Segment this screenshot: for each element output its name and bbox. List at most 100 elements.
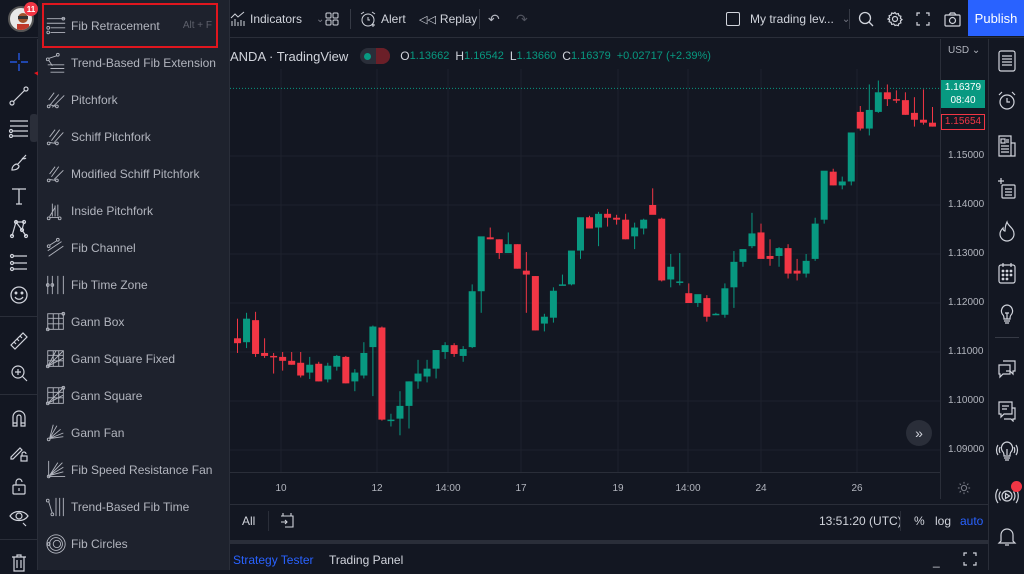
eye-icon[interactable] (7, 505, 31, 529)
menu-item-gann-fan[interactable]: Gann Fan (38, 414, 228, 451)
candle-body (757, 232, 765, 259)
chart-settings-button[interactable] (957, 481, 971, 495)
time-tick-label: 14:00 (675, 483, 701, 494)
menu-item-label: Modified Schiff Pitchfork (71, 166, 200, 181)
percent-toggle[interactable]: % (914, 514, 925, 528)
trash-icon[interactable] (7, 550, 31, 574)
ideas-stream-icon[interactable] (995, 439, 1019, 463)
snapshot-button[interactable] (944, 0, 961, 38)
auto-toggle[interactable]: auto (960, 514, 983, 528)
menu-item-modified-schiff-pitchfork[interactable]: Modified Schiff Pitchfork (38, 155, 228, 192)
candle-body (883, 92, 891, 100)
chart-area[interactable] (230, 39, 988, 499)
candle-body (405, 381, 413, 406)
chevron-down-icon[interactable]: ⌄ (316, 14, 324, 25)
menu-item-fib-time-zone[interactable]: Fib Time Zone (38, 266, 228, 303)
price-axis[interactable] (940, 39, 988, 499)
collapse-handle[interactable] (30, 114, 38, 142)
chat-icon[interactable] (995, 399, 1019, 423)
menu-item-pitchfork[interactable]: Pitchfork (38, 81, 228, 118)
menu-item-fib-channel[interactable]: Fib Channel (38, 229, 228, 266)
goto-date-button[interactable] (280, 512, 294, 528)
menu-item-fib-circles[interactable]: Fib Circles (38, 525, 228, 562)
currency-selector[interactable]: USD ⌄ (948, 45, 980, 56)
scroll-to-realtime-button[interactable]: » (906, 420, 932, 446)
chats-icon[interactable] (995, 356, 1019, 380)
settings-button[interactable] (887, 0, 903, 38)
unlock-icon[interactable] (7, 474, 31, 498)
candle-body (631, 227, 639, 237)
text-icon[interactable] (7, 184, 31, 208)
alert-button[interactable]: Alert (359, 0, 406, 38)
trend-line-icon[interactable] (7, 84, 31, 108)
candle-body (928, 122, 936, 127)
magnet-icon[interactable] (7, 406, 31, 430)
log-toggle[interactable]: log (935, 514, 951, 528)
candle-body (874, 92, 882, 112)
publish-button[interactable]: Publish (968, 0, 1024, 36)
candle-body (703, 298, 711, 317)
candle-body (856, 111, 864, 129)
search-button[interactable] (858, 0, 874, 38)
templates-button[interactable] (325, 0, 339, 38)
watchlist-icon[interactable] (995, 49, 1019, 73)
undo-button[interactable]: ↶ (488, 0, 500, 38)
add-list-icon[interactable] (995, 176, 1019, 200)
redo-button[interactable]: ↷ (516, 0, 528, 38)
lock-drawing-icon[interactable] (7, 441, 31, 465)
hotlist-fire-icon[interactable] (995, 219, 1019, 243)
candle-body (333, 355, 341, 367)
crosshair-icon[interactable] (7, 50, 31, 74)
indicators-button[interactable]: Indicators ⌄ (230, 0, 324, 38)
fib-speed-resistance-fan-icon (44, 458, 68, 482)
menu-item-inside-pitchfork[interactable]: Inside Pitchfork (38, 192, 228, 229)
maximize-panel-button[interactable] (963, 552, 977, 566)
ruler-icon[interactable] (7, 329, 31, 353)
zoom-in-icon[interactable] (7, 361, 31, 385)
candle-body (811, 223, 819, 259)
prediction-icon[interactable] (7, 250, 31, 274)
menu-item-trend-based-fib-extension[interactable]: Trend-Based Fib Extension (38, 44, 228, 81)
emoji-icon[interactable] (7, 283, 31, 307)
market-status-toggle[interactable] (360, 48, 391, 64)
candle-body (243, 318, 251, 343)
fullscreen-button[interactable] (916, 0, 930, 38)
gann-square-fixed-icon (44, 347, 68, 371)
minimize-panel-button[interactable]: _ (933, 554, 940, 568)
candlestick-chart (230, 69, 940, 472)
indicators-icon (230, 11, 246, 27)
candle-body (252, 320, 260, 354)
fib-retracement-icon[interactable] (7, 116, 31, 140)
layout-menu[interactable]: My trading lev... ⌄ (726, 0, 850, 38)
news-icon[interactable] (995, 134, 1019, 158)
menu-item-gann-square-fixed[interactable]: Gann Square Fixed (38, 340, 228, 377)
tab-strategy-tester[interactable]: Strategy Tester (233, 553, 313, 567)
range-all-button[interactable]: All (242, 514, 255, 528)
candle-body (558, 284, 566, 286)
brush-icon[interactable] (7, 150, 31, 174)
candle (802, 254, 810, 278)
menu-item-trend-based-fib-time[interactable]: Trend-Based Fib Time (38, 488, 228, 525)
tab-trading-panel[interactable]: Trading Panel (329, 553, 403, 567)
chart-legend: ANDA · TradingView O 1.13662 H 1.16542 L 1.… (230, 46, 711, 66)
clock[interactable]: 13:51:20 (UTC) (819, 514, 902, 528)
divider (849, 9, 850, 29)
menu-item-gann-box[interactable]: Gann Box (38, 303, 228, 340)
candle-body (667, 266, 675, 280)
candle (387, 413, 395, 427)
candle (676, 253, 684, 286)
lightbulb-icon[interactable] (995, 303, 1019, 327)
symbol-title[interactable]: ANDA · TradingView (230, 49, 348, 64)
candle (279, 352, 287, 371)
alarm-clock-icon[interactable] (995, 89, 1019, 113)
calendar-icon[interactable] (995, 261, 1019, 285)
bell-icon[interactable] (995, 524, 1019, 548)
menu-item-fib-speed-resistance-fan[interactable]: Fib Speed Resistance Fan (38, 451, 228, 488)
checkbox-icon[interactable] (726, 12, 740, 26)
menu-item-gann-square[interactable]: Gann Square (38, 377, 228, 414)
market-open-icon (364, 52, 372, 60)
pattern-icon[interactable] (7, 217, 31, 241)
menu-item-schiff-pitchfork[interactable]: Schiff Pitchfork (38, 118, 228, 155)
replay-button[interactable]: ◁◁ Replay (419, 0, 477, 38)
search-icon (858, 11, 874, 27)
